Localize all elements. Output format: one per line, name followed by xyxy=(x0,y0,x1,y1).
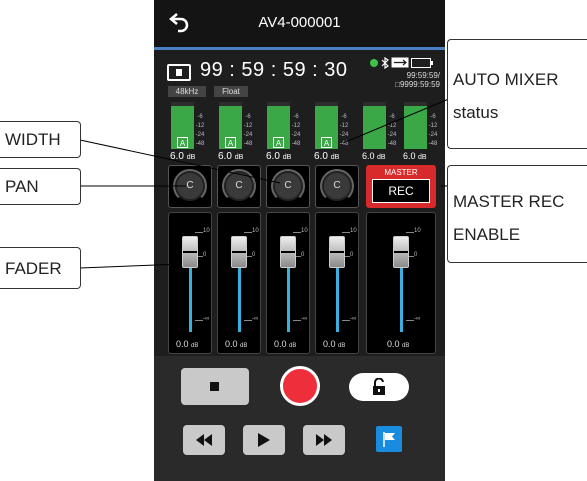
master-rec-enable-label: ENABLE xyxy=(453,225,521,244)
auto-mixer-callout: AUTO MIXER status xyxy=(447,39,587,149)
auto-mixer-label: AUTO MIXER xyxy=(453,70,559,89)
width-leader xyxy=(79,139,281,184)
width-label: WIDTH xyxy=(5,130,61,149)
auto-mixer-status-label: status xyxy=(453,103,499,122)
auto-mixer-leader xyxy=(342,95,457,144)
pan-label: PAN xyxy=(5,177,39,196)
width-callout: WIDTH xyxy=(0,121,81,158)
master-rec-label: MASTER REC xyxy=(453,192,565,211)
fader-leader xyxy=(79,263,183,269)
pan-callout: PAN xyxy=(0,168,81,205)
fader-callout: FADER xyxy=(0,247,81,289)
fader-label: FADER xyxy=(5,259,62,278)
master-rec-callout: MASTER REC ENABLE xyxy=(447,165,587,263)
